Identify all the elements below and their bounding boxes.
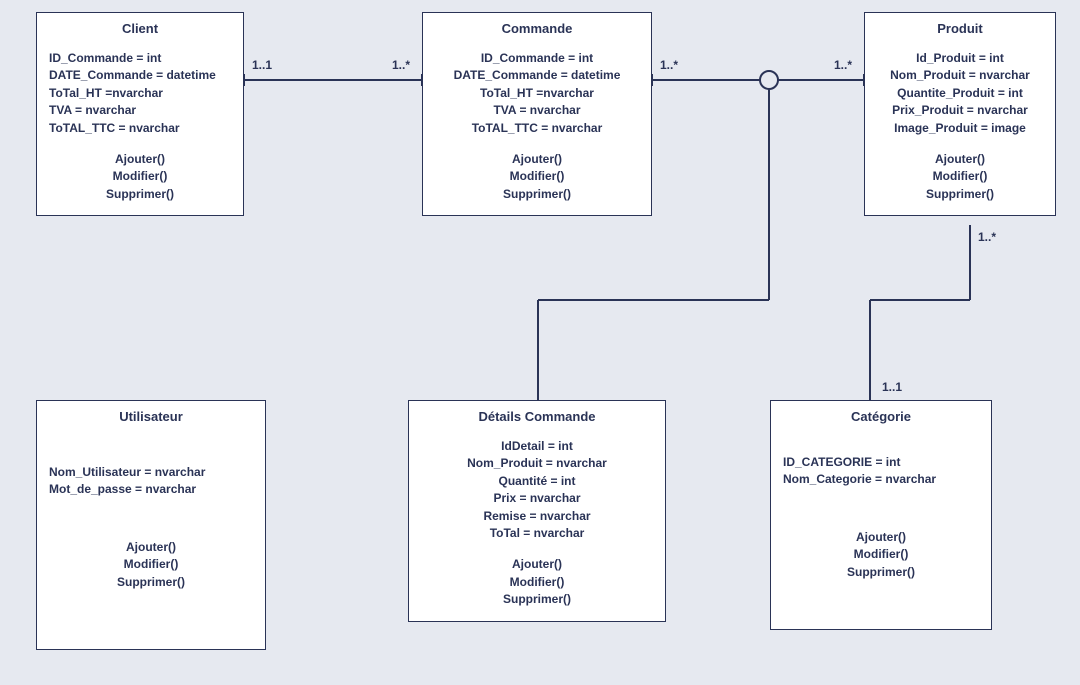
entity-categorie-methods: Ajouter() Modifier() Supprimer() — [783, 529, 979, 581]
entity-utilisateur-methods: Ajouter() Modifier() Supprimer() — [49, 539, 253, 591]
entity-commande: Commande ID_Commande = int DATE_Commande… — [422, 12, 652, 216]
entity-details-name: Détails Commande — [421, 409, 653, 424]
mult-client-side: 1..1 — [252, 58, 272, 72]
entity-produit-attrs: Id_Produit = int Nom_Produit = nvarchar … — [877, 50, 1043, 137]
entity-client-name: Client — [49, 21, 231, 36]
entity-details-commande: Détails Commande IdDetail = int Nom_Prod… — [408, 400, 666, 622]
entity-commande-attrs: ID_Commande = int DATE_Commande = dateti… — [435, 50, 639, 137]
mult-produit-bottom: 1..* — [978, 230, 996, 244]
entity-produit: Produit Id_Produit = int Nom_Produit = n… — [864, 12, 1056, 216]
entity-utilisateur: Utilisateur Nom_Utilisateur = nvarchar M… — [36, 400, 266, 650]
entity-commande-methods: Ajouter() Modifier() Supprimer() — [435, 151, 639, 203]
entity-client: Client ID_Commande = int DATE_Commande =… — [36, 12, 244, 216]
entity-commande-name: Commande — [435, 21, 639, 36]
entity-client-methods: Ajouter() Modifier() Supprimer() — [49, 151, 231, 203]
mult-produit-side: 1..* — [834, 58, 852, 72]
entity-categorie-attrs: ID_CATEGORIE = int Nom_Categorie = nvarc… — [783, 454, 979, 489]
entity-categorie: Catégorie ID_CATEGORIE = int Nom_Categor… — [770, 400, 992, 630]
entity-produit-name: Produit — [877, 21, 1043, 36]
mult-commande-side-left: 1..* — [392, 58, 410, 72]
entity-details-attrs: IdDetail = int Nom_Produit = nvarchar Qu… — [421, 438, 653, 542]
entity-client-attrs: ID_Commande = int DATE_Commande = dateti… — [49, 50, 231, 137]
entity-utilisateur-attrs: Nom_Utilisateur = nvarchar Mot_de_passe … — [49, 464, 253, 499]
entity-categorie-name: Catégorie — [783, 409, 979, 424]
mult-categorie-top: 1..1 — [882, 380, 902, 394]
mult-commande-side-right: 1..* — [660, 58, 678, 72]
entity-produit-methods: Ajouter() Modifier() Supprimer() — [877, 151, 1043, 203]
entity-details-methods: Ajouter() Modifier() Supprimer() — [421, 556, 653, 608]
entity-utilisateur-name: Utilisateur — [49, 409, 253, 424]
